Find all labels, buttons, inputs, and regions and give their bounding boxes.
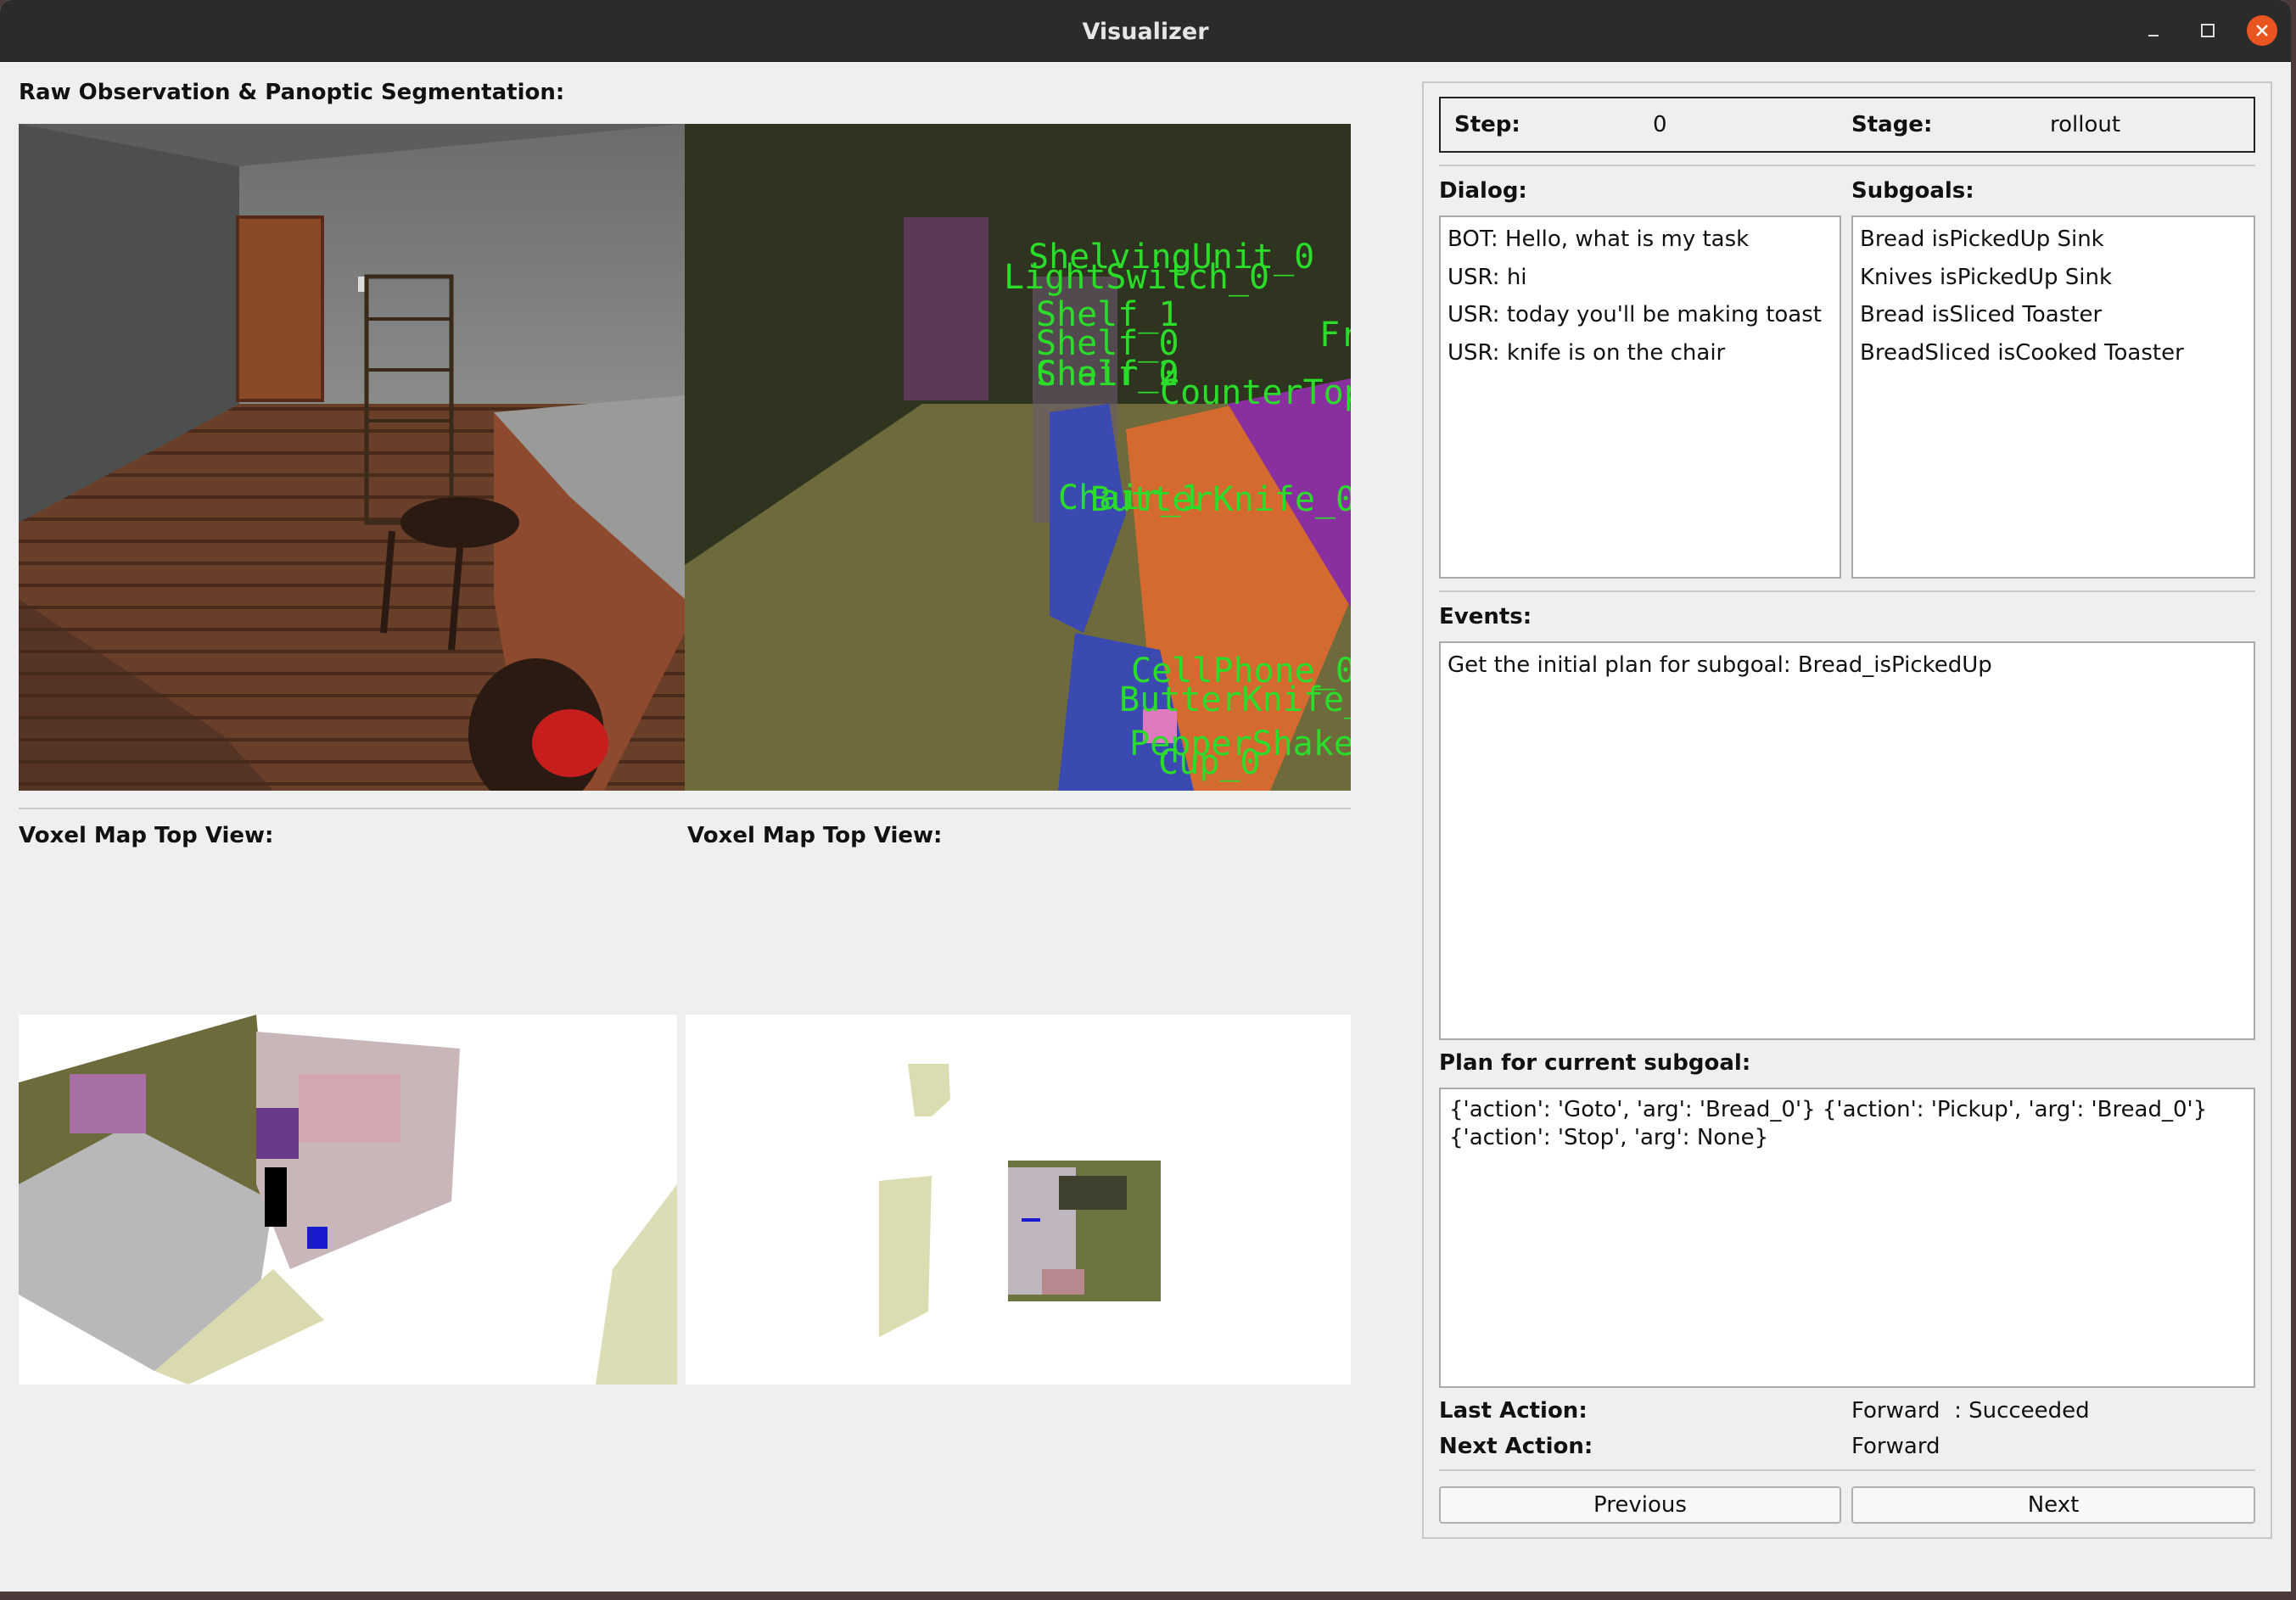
next-action-value: Forward bbox=[1851, 1434, 1940, 1459]
step-label: Step: bbox=[1454, 112, 1520, 137]
seg-label: ButterKnife_2 bbox=[1119, 680, 1351, 719]
subgoal-item: Bread isSliced Toaster bbox=[1860, 302, 2103, 327]
divider bbox=[1439, 590, 2255, 592]
dialog-item: BOT: Hello, what is my task bbox=[1448, 227, 1750, 252]
title-bar: Visualizer bbox=[0, 0, 2291, 62]
step-value: 0 bbox=[1653, 112, 1667, 137]
close-button[interactable] bbox=[2247, 15, 2277, 46]
stage-label: Stage: bbox=[1851, 112, 1933, 137]
event-item: Get the initial plan for subgoal: Bread_… bbox=[1448, 652, 1992, 678]
subgoal-item: BreadSliced isCooked Toaster bbox=[1860, 339, 2184, 366]
stage-value: rollout bbox=[2050, 112, 2121, 137]
seg-label: Cup_0 bbox=[1158, 743, 1261, 782]
step-stage-box: Step: 0 Stage: rollout bbox=[1439, 97, 2255, 153]
subgoal-item: Bread isPickedUp Sink bbox=[1860, 227, 2104, 252]
plan-label: Plan for current subgoal: bbox=[1439, 1050, 1751, 1076]
segmentation-labels: ShelvingUnit_0 LightSwitch_0 Shelf_1 She… bbox=[685, 124, 1351, 791]
divider bbox=[1439, 165, 2255, 166]
dialog-list[interactable]: BOT: Hello, what is my task USR: hi USR:… bbox=[1439, 215, 1841, 579]
visualizer-window: Visualizer Raw Observation & Panoptic Se… bbox=[0, 0, 2291, 1592]
window-title: Visualizer bbox=[1082, 19, 1209, 45]
minimize-button[interactable] bbox=[2138, 15, 2169, 46]
next-action-label: Next Action: bbox=[1439, 1434, 1593, 1459]
voxel-map-label-1: Voxel Map Top View: bbox=[19, 823, 274, 848]
next-button[interactable]: Next bbox=[1851, 1486, 2255, 1524]
plan-text[interactable]: {'action': 'Goto', 'arg': 'Bread_0'} {'a… bbox=[1439, 1088, 2255, 1388]
raw-observation-image bbox=[19, 124, 685, 791]
last-action-value: Forward : Succeeded bbox=[1851, 1398, 2090, 1424]
minimize-icon bbox=[2148, 35, 2159, 36]
maximize-icon bbox=[2201, 24, 2215, 37]
dialog-item: USR: hi bbox=[1448, 264, 1527, 290]
seg-label: CounterTop bbox=[1160, 373, 1351, 412]
voxel-map-top-view bbox=[686, 1015, 1351, 1385]
seg-label: Chair_0 bbox=[1036, 355, 1179, 394]
raw-observation-label: Raw Observation & Panoptic Segmentation: bbox=[19, 80, 565, 105]
previous-button[interactable]: Previous bbox=[1439, 1486, 1841, 1524]
events-label: Events: bbox=[1439, 604, 1532, 629]
last-action-label: Last Action: bbox=[1439, 1398, 1588, 1424]
subgoals-label: Subgoals: bbox=[1851, 178, 1974, 204]
events-list[interactable]: Get the initial plan for subgoal: Bread_… bbox=[1439, 641, 2255, 1040]
maximize-button[interactable] bbox=[2192, 15, 2223, 46]
divider bbox=[19, 808, 1351, 809]
dialog-label: Dialog: bbox=[1439, 178, 1527, 204]
subgoals-list[interactable]: Bread isPickedUp Sink Knives isPickedUp … bbox=[1851, 215, 2255, 579]
dialog-item: USR: knife is on the chair bbox=[1448, 339, 1726, 366]
voxel-map-label-2: Voxel Map Top View: bbox=[687, 823, 943, 848]
subgoal-item: Knives isPickedUp Sink bbox=[1860, 264, 2113, 290]
seg-label: ButterKnife_0 bbox=[1090, 480, 1351, 519]
voxel-map-3d-view bbox=[19, 1015, 677, 1385]
close-icon bbox=[2256, 25, 2268, 36]
divider bbox=[1439, 1469, 2255, 1471]
dialog-item: USR: today you'll be making toast bbox=[1448, 302, 1822, 327]
panoptic-segmentation-image: ShelvingUnit_0 LightSwitch_0 Shelf_1 She… bbox=[685, 124, 1351, 791]
seg-label: Fr bbox=[1319, 316, 1351, 355]
seg-label: LightSwitch_0 bbox=[1004, 258, 1270, 297]
